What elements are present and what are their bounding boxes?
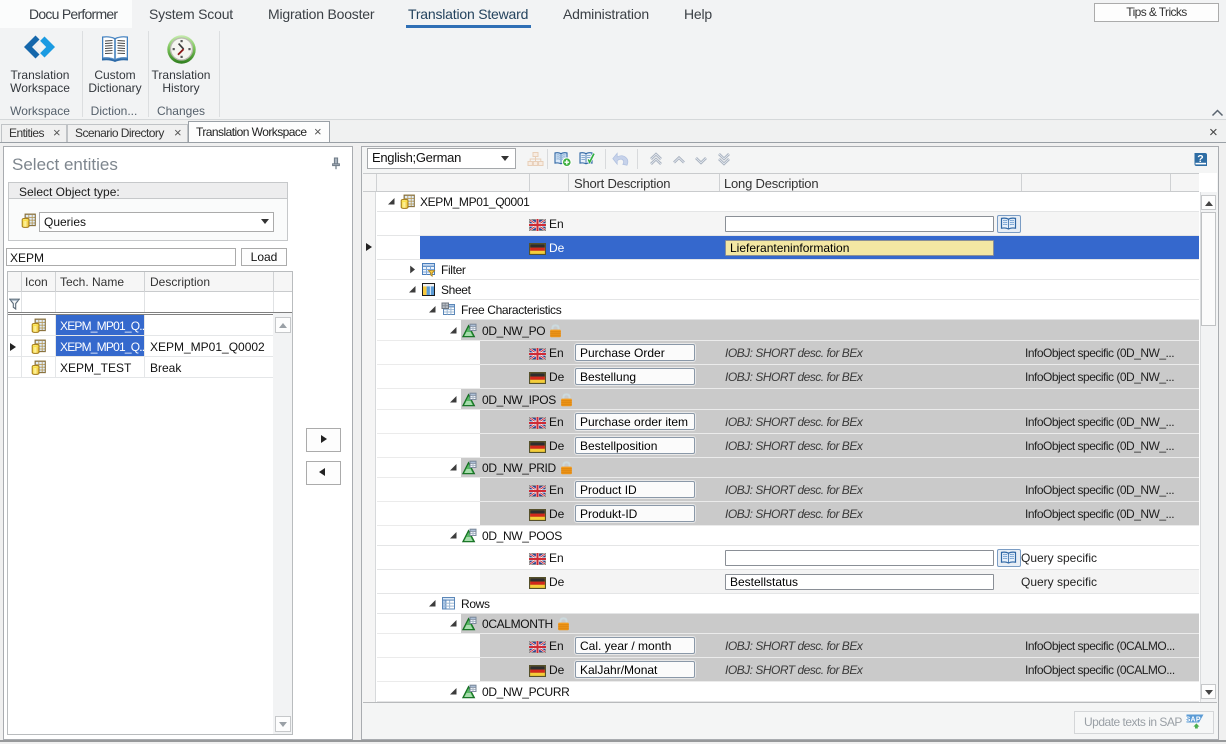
- svg-text:?: ?: [1197, 153, 1203, 165]
- svg-text:SAP: SAP: [1186, 716, 1201, 723]
